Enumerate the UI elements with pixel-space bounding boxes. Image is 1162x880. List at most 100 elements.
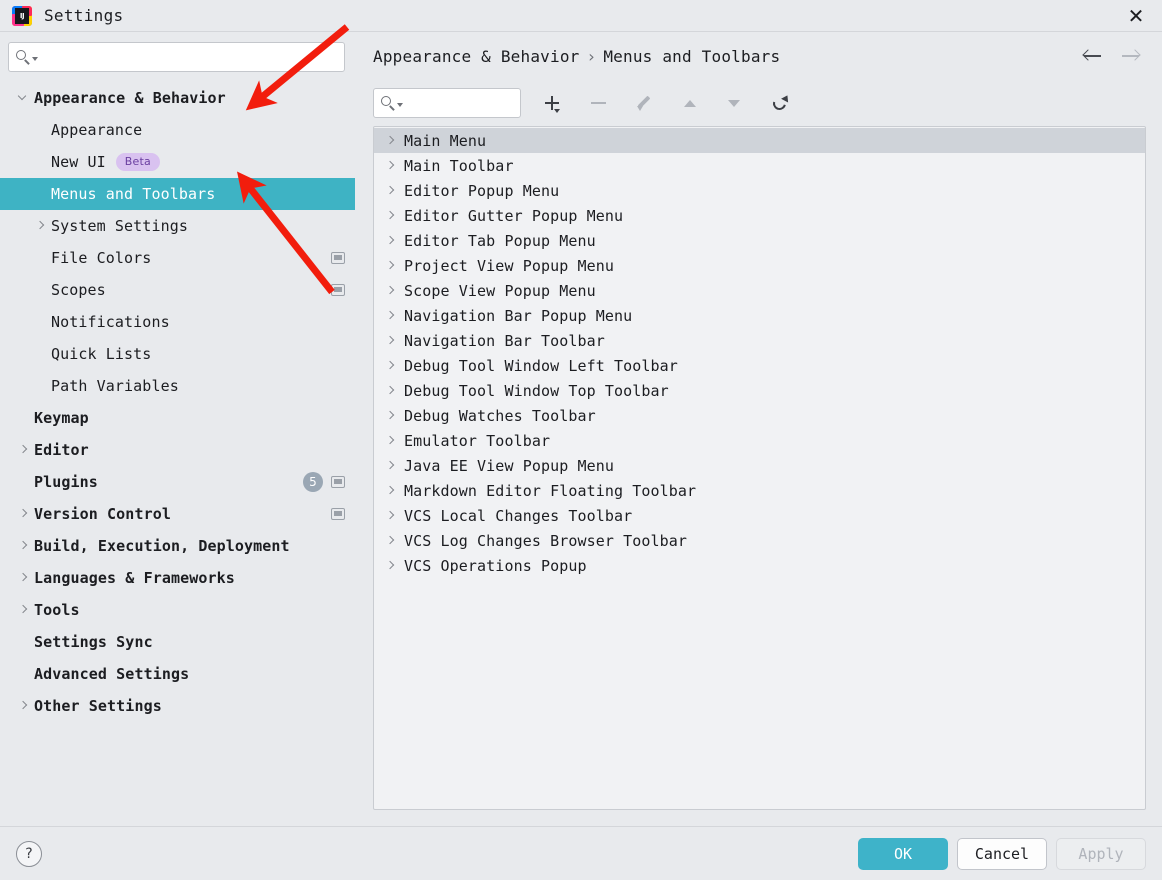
sidebar-item-file-colors[interactable]: File Colors	[0, 242, 355, 274]
chevron-right-icon[interactable]	[382, 258, 400, 274]
window-title: Settings	[44, 6, 124, 25]
list-item[interactable]: Editor Tab Popup Menu	[374, 228, 1145, 253]
sidebar-item-label: Appearance	[51, 121, 143, 139]
list-item[interactable]: Main Menu	[374, 128, 1145, 153]
move-down-button	[717, 88, 751, 118]
sidebar-item-system-settings[interactable]: System Settings	[0, 210, 355, 242]
sidebar-item-advanced-settings[interactable]: Advanced Settings	[0, 658, 355, 690]
chevron-right-icon[interactable]	[16, 570, 32, 586]
dialog-body: Appearance & Behavior Appearance New UI Bet…	[0, 32, 1162, 826]
chevron-right-icon[interactable]	[382, 333, 400, 349]
chevron-right-icon[interactable]	[382, 458, 400, 474]
settings-detail-panel: Appearance & Behavior › Menus and Toolbars	[355, 32, 1162, 826]
sidebar-item-notifications[interactable]: Notifications	[0, 306, 355, 338]
sidebar-item-new-ui[interactable]: New UI Beta	[0, 146, 355, 178]
chevron-right-icon[interactable]	[382, 158, 400, 174]
chevron-right-icon[interactable]	[16, 698, 32, 714]
back-arrow-icon[interactable]	[1082, 45, 1104, 67]
sidebar-item-build-execution-deployment[interactable]: Build, Execution, Deployment	[0, 530, 355, 562]
list-item-label: Markdown Editor Floating Toolbar	[404, 481, 697, 500]
sidebar-item-appearance-behavior[interactable]: Appearance & Behavior	[0, 82, 355, 114]
list-item[interactable]: Editor Popup Menu	[374, 178, 1145, 203]
sidebar-item-appearance[interactable]: Appearance	[0, 114, 355, 146]
list-item[interactable]: VCS Operations Popup	[374, 553, 1145, 578]
chevron-right-icon[interactable]	[382, 358, 400, 374]
sidebar-item-quick-lists[interactable]: Quick Lists	[0, 338, 355, 370]
restore-defaults-button[interactable]	[763, 88, 797, 118]
sidebar-item-path-variables[interactable]: Path Variables	[0, 370, 355, 402]
list-item[interactable]: Project View Popup Menu	[374, 253, 1145, 278]
dialog-buttons: OK Cancel Apply	[858, 837, 1146, 870]
list-item[interactable]: Scope View Popup Menu	[374, 278, 1145, 303]
sidebar-item-version-control[interactable]: Version Control	[0, 498, 355, 530]
list-item-label: Editor Gutter Popup Menu	[404, 206, 624, 225]
chevron-right-icon[interactable]	[382, 233, 400, 249]
sidebar-item-tools[interactable]: Tools	[0, 594, 355, 626]
sidebar-search-input[interactable]	[38, 49, 338, 65]
sidebar-item-plugins[interactable]: Plugins 5	[0, 466, 355, 498]
revert-icon	[770, 92, 791, 113]
cancel-button[interactable]: Cancel	[957, 837, 1047, 870]
menus-search-box[interactable]	[373, 88, 575, 118]
ok-button[interactable]: OK	[858, 837, 948, 870]
remove-button	[581, 88, 615, 118]
sidebar-item-settings-sync[interactable]: Settings Sync	[0, 626, 355, 658]
list-item[interactable]: Debug Tool Window Left Toolbar	[374, 353, 1145, 378]
chevron-right-icon[interactable]	[16, 442, 32, 458]
close-icon[interactable]: ✕	[1110, 0, 1162, 32]
sidebar-search-box[interactable]	[8, 42, 345, 72]
breadcrumb-root[interactable]: Appearance & Behavior	[373, 47, 580, 66]
list-toolbar	[373, 80, 1146, 126]
settings-dialog: IJ Settings ✕ Appearance & Behavior Appea…	[0, 0, 1162, 880]
sidebar-item-scopes[interactable]: Scopes	[0, 274, 355, 306]
chevron-right-icon[interactable]	[16, 602, 32, 618]
chevron-right-icon[interactable]	[382, 383, 400, 399]
menus-and-toolbars-list[interactable]: Main Menu Main Toolbar Editor Popup Menu Ed…	[373, 126, 1146, 810]
chevron-right-icon[interactable]	[382, 308, 400, 324]
search-icon	[15, 49, 31, 65]
chevron-right-icon[interactable]	[382, 133, 400, 149]
list-item-label: Debug Tool Window Left Toolbar	[404, 356, 678, 375]
chevron-right-icon[interactable]	[382, 408, 400, 424]
chevron-right-icon[interactable]	[382, 283, 400, 299]
add-button[interactable]	[535, 88, 569, 118]
list-item[interactable]: Debug Tool Window Top Toolbar	[374, 378, 1145, 403]
chevron-right-icon[interactable]	[16, 506, 32, 522]
list-item-label: Project View Popup Menu	[404, 256, 615, 275]
chevron-right-icon[interactable]	[382, 183, 400, 199]
chevron-right-icon[interactable]	[33, 218, 49, 234]
list-item-label: Java EE View Popup Menu	[404, 456, 615, 475]
sidebar-item-languages-frameworks[interactable]: Languages & Frameworks	[0, 562, 355, 594]
apply-button: Apply	[1056, 837, 1146, 870]
chevron-right-icon[interactable]	[382, 508, 400, 524]
sidebar-item-label: Version Control	[34, 505, 171, 523]
list-item[interactable]: VCS Local Changes Toolbar	[374, 503, 1145, 528]
chevron-right-icon[interactable]	[382, 433, 400, 449]
chevron-right-icon[interactable]	[16, 538, 32, 554]
sidebar-item-menus-and-toolbars[interactable]: Menus and Toolbars	[0, 178, 355, 210]
list-item[interactable]: Editor Gutter Popup Menu	[374, 203, 1145, 228]
sidebar-item-keymap[interactable]: Keymap	[0, 402, 355, 434]
list-item[interactable]: Main Toolbar	[374, 153, 1145, 178]
list-item[interactable]: Emulator Toolbar	[374, 428, 1145, 453]
list-item[interactable]: Java EE View Popup Menu	[374, 453, 1145, 478]
list-item[interactable]: Navigation Bar Toolbar	[374, 328, 1145, 353]
project-scope-icon	[331, 508, 345, 520]
list-item[interactable]: Navigation Bar Popup Menu	[374, 303, 1145, 328]
help-button[interactable]: ?	[16, 840, 42, 867]
chevron-right-icon[interactable]	[382, 208, 400, 224]
chevron-down-icon[interactable]	[16, 90, 32, 106]
sidebar-item-editor[interactable]: Editor	[0, 434, 355, 466]
list-item[interactable]: Markdown Editor Floating Toolbar	[374, 478, 1145, 503]
sidebar-item-label: Other Settings	[34, 697, 162, 715]
sidebar-item-other-settings[interactable]: Other Settings	[0, 690, 355, 722]
logo-text: IJ	[19, 11, 25, 20]
chevron-right-icon[interactable]	[382, 483, 400, 499]
chevron-right-icon[interactable]	[382, 533, 400, 549]
list-item-label: Emulator Toolbar	[404, 431, 551, 450]
chevron-right-icon[interactable]	[382, 558, 400, 574]
list-item[interactable]: Debug Watches Toolbar	[374, 403, 1145, 428]
list-item[interactable]: VCS Log Changes Browser Toolbar	[374, 528, 1145, 553]
breadcrumb-separator: ›	[586, 46, 597, 66]
